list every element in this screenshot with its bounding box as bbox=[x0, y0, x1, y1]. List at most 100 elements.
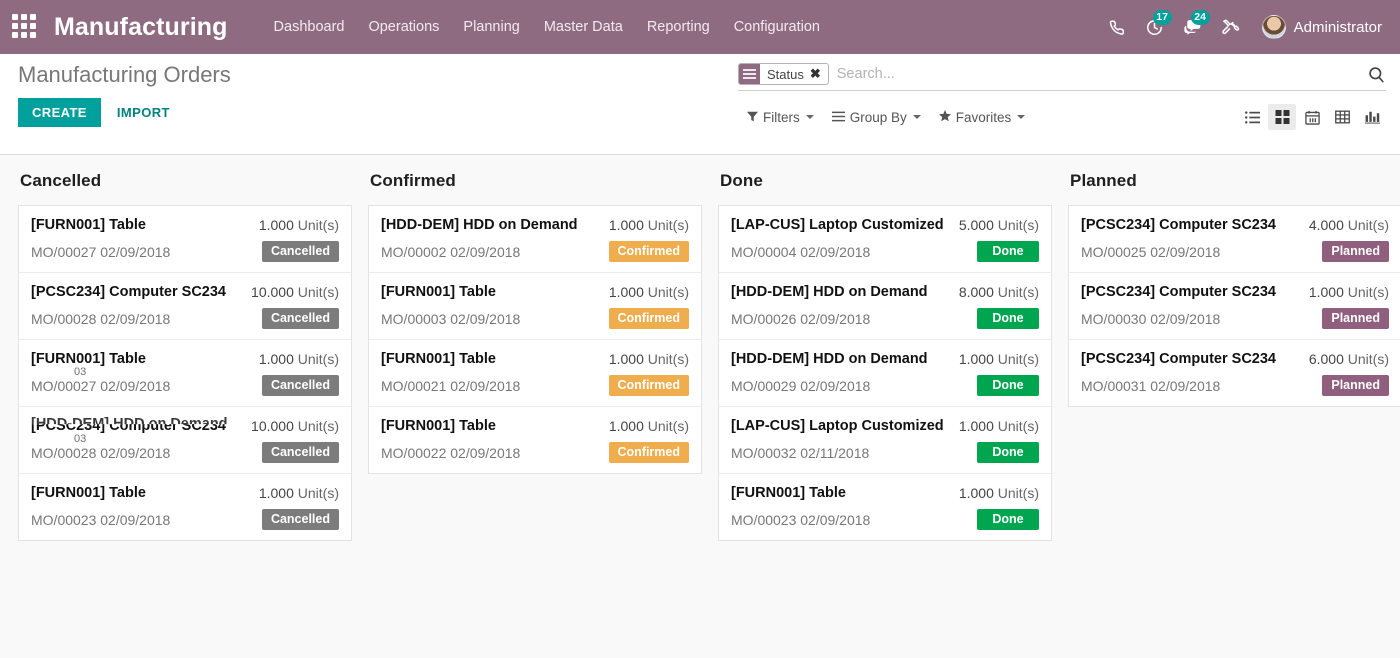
card-quantity-value: 10.000 bbox=[251, 284, 294, 300]
card-quantity-unit: Unit(s) bbox=[1344, 284, 1389, 300]
card-product-name: [FURN001] Table bbox=[31, 216, 146, 235]
menu-item-configuration[interactable]: Configuration bbox=[722, 2, 832, 52]
top-navbar: Manufacturing Dashboard Operations Plann… bbox=[0, 0, 1400, 54]
card-quantity-unit: Unit(s) bbox=[294, 284, 339, 300]
kanban-column-title: Done bbox=[720, 171, 1052, 191]
menu-item-master-data[interactable]: Master Data bbox=[532, 2, 635, 52]
kanban-card[interactable]: [FURN001] Table1.000 Unit(s)MO/00022 02/… bbox=[369, 407, 701, 473]
card-reference: MO/00023 02/09/2018 bbox=[731, 512, 870, 528]
app-brand-title[interactable]: Manufacturing bbox=[54, 13, 228, 42]
groupby-label: Group By bbox=[850, 110, 907, 125]
card-quantity: 1.000 Unit(s) bbox=[609, 216, 689, 235]
kanban-card[interactable]: [PCSC234] Computer SC2346.000 Unit(s)MO/… bbox=[1069, 340, 1400, 406]
apps-grid-icon[interactable] bbox=[12, 14, 38, 40]
kanban-view-button[interactable] bbox=[1268, 104, 1296, 130]
kanban-card[interactable]: [FURN001] Table1.000 Unit(s)MO/00023 02/… bbox=[19, 474, 351, 540]
filters-dropdown[interactable]: Filters bbox=[738, 106, 823, 129]
groupby-dropdown[interactable]: Group By bbox=[823, 106, 930, 129]
search-bar[interactable]: Status ✖ bbox=[738, 60, 1386, 91]
status-badge: Cancelled bbox=[262, 308, 339, 329]
card-quantity-value: 1.000 bbox=[259, 485, 294, 501]
menu-item-planning[interactable]: Planning bbox=[451, 2, 531, 52]
kanban-card[interactable]: [PCSC234] Computer SC2344.000 Unit(s)MO/… bbox=[1069, 206, 1400, 273]
search-facet-status[interactable]: Status ✖ bbox=[738, 63, 829, 85]
graph-view-button[interactable] bbox=[1358, 104, 1386, 130]
kanban-card[interactable]: [FURN001] Table1.000 Unit(s)MO/00003 02/… bbox=[369, 273, 701, 340]
card-quantity-unit: Unit(s) bbox=[644, 217, 689, 233]
status-badge: Done bbox=[977, 442, 1039, 463]
card-reference: MO/00028 02/09/2018 bbox=[31, 311, 170, 327]
card-product-name: [PCSC234] Computer SC234 bbox=[1081, 350, 1276, 369]
favorites-label: Favorites bbox=[956, 110, 1012, 125]
card-quantity-value: 1.000 bbox=[959, 418, 994, 434]
kanban-column-title: Cancelled bbox=[20, 171, 352, 191]
kanban-card[interactable]: [HDD-DEM] HDD on Demand 8.000 Unit(s) MO/0… bbox=[719, 273, 1051, 340]
phone-icon[interactable] bbox=[1100, 9, 1134, 45]
card-quantity-value: 10.000 bbox=[251, 418, 294, 434]
card-product-name: [FURN001] Table bbox=[31, 484, 146, 503]
kanban-card[interactable]: [FURN001] Table1.000 Unit(s)MO/00027 02/… bbox=[19, 340, 351, 407]
pivot-view-button[interactable] bbox=[1328, 104, 1356, 130]
card-quantity: 4.000 Unit(s) bbox=[1309, 216, 1389, 235]
card-quantity-unit: Unit(s) bbox=[644, 418, 689, 434]
main-menu: Dashboard Operations Planning Master Dat… bbox=[262, 2, 832, 52]
calendar-view-button[interactable] bbox=[1298, 104, 1326, 130]
status-badge: Confirmed bbox=[609, 375, 690, 396]
view-switcher bbox=[1238, 104, 1386, 130]
kanban-column-title: Confirmed bbox=[370, 171, 702, 191]
menu-item-operations[interactable]: Operations bbox=[356, 2, 451, 52]
kanban-card[interactable]: [PCSC234] Computer SC234 10.000 Unit(s) MO… bbox=[19, 273, 351, 340]
status-badge: Planned bbox=[1322, 308, 1389, 329]
status-badge: Done bbox=[977, 375, 1039, 396]
user-name-label: Administrator bbox=[1294, 19, 1382, 36]
card-quantity-unit: Unit(s) bbox=[1344, 351, 1389, 367]
card-quantity: 1.000 Unit(s) bbox=[959, 417, 1039, 436]
card-reference: MO/00026 02/09/2018 bbox=[731, 311, 870, 327]
menu-item-dashboard[interactable]: Dashboard bbox=[262, 2, 357, 52]
favorites-dropdown[interactable]: Favorites bbox=[930, 106, 1035, 129]
card-quantity-value: 1.000 bbox=[609, 284, 644, 300]
create-button[interactable]: CREATE bbox=[18, 98, 101, 127]
user-menu[interactable]: Administrator bbox=[1262, 15, 1386, 39]
card-reference: MO/00032 02/11/2018 bbox=[731, 445, 869, 461]
card-quantity-unit: Unit(s) bbox=[294, 485, 339, 501]
activity-clock-icon[interactable]: 17 bbox=[1138, 9, 1172, 45]
search-input[interactable] bbox=[829, 63, 1361, 85]
search-icon[interactable] bbox=[1361, 65, 1386, 84]
kanban-card[interactable]: [PCSC234] Computer SC23410.000 Unit(s)MO… bbox=[19, 407, 351, 474]
card-quantity-unit: Unit(s) bbox=[644, 284, 689, 300]
kanban-card-list: [FURN001] Table 1.000 Unit(s) MO/00027 02/… bbox=[18, 205, 352, 541]
kanban-card[interactable]: [LAP-CUS] Laptop Customized 1.000 Unit(s)… bbox=[719, 407, 1051, 474]
star-icon bbox=[939, 110, 951, 125]
card-quantity: 8.000 Unit(s) bbox=[959, 283, 1039, 302]
card-product-name: [PCSC234] Computer SC234 bbox=[31, 283, 226, 302]
card-product-name: [LAP-CUS] Laptop Customized bbox=[731, 417, 944, 436]
tools-icon[interactable] bbox=[1214, 9, 1248, 45]
control-panel-right: Status ✖ Filters Gro bbox=[738, 60, 1386, 131]
kanban-card[interactable]: [FURN001] Table1.000 Unit(s)MO/00021 02/… bbox=[369, 340, 701, 407]
kanban-column-planned: Planned[PCSC234] Computer SC2344.000 Uni… bbox=[1060, 171, 1400, 407]
kanban-card[interactable]: [HDD-DEM] HDD on Demand1.000 Unit(s)MO/0… bbox=[719, 340, 1051, 407]
status-badge: Cancelled bbox=[262, 509, 339, 530]
card-product-name: [FURN001] Table bbox=[381, 350, 496, 369]
card-quantity-value: 1.000 bbox=[259, 351, 294, 367]
card-quantity: 1.000 Unit(s) bbox=[259, 216, 339, 235]
kanban-card[interactable]: [LAP-CUS] Laptop Customized5.000 Unit(s)… bbox=[719, 206, 1051, 273]
kanban-card[interactable]: [HDD-DEM] HDD on Demand1.000 Unit(s)MO/0… bbox=[369, 206, 701, 273]
close-icon[interactable]: ✖ bbox=[810, 64, 828, 84]
kanban-card[interactable]: [FURN001] Table 1.000 Unit(s) MO/00027 02/… bbox=[19, 206, 351, 273]
card-quantity-unit: Unit(s) bbox=[994, 217, 1039, 233]
messages-icon[interactable]: 24 bbox=[1176, 9, 1210, 45]
card-quantity: 6.000 Unit(s) bbox=[1309, 350, 1389, 369]
status-badge: Confirmed bbox=[609, 442, 690, 463]
card-product-name: [FURN001] Table bbox=[381, 417, 496, 436]
card-reference: MO/00027 02/09/2018 bbox=[31, 244, 170, 260]
menu-item-reporting[interactable]: Reporting bbox=[635, 2, 722, 52]
card-quantity-value: 4.000 bbox=[1309, 217, 1344, 233]
list-view-button[interactable] bbox=[1238, 104, 1266, 130]
import-button[interactable]: IMPORT bbox=[107, 98, 180, 127]
card-product-name: [HDD-DEM] HDD on Demand bbox=[731, 283, 928, 302]
groupby-lines-icon bbox=[832, 110, 845, 125]
kanban-card[interactable]: [PCSC234] Computer SC2341.000 Unit(s)MO/… bbox=[1069, 273, 1400, 340]
kanban-card[interactable]: [FURN001] Table1.000 Unit(s)MO/00023 02/… bbox=[719, 474, 1051, 540]
